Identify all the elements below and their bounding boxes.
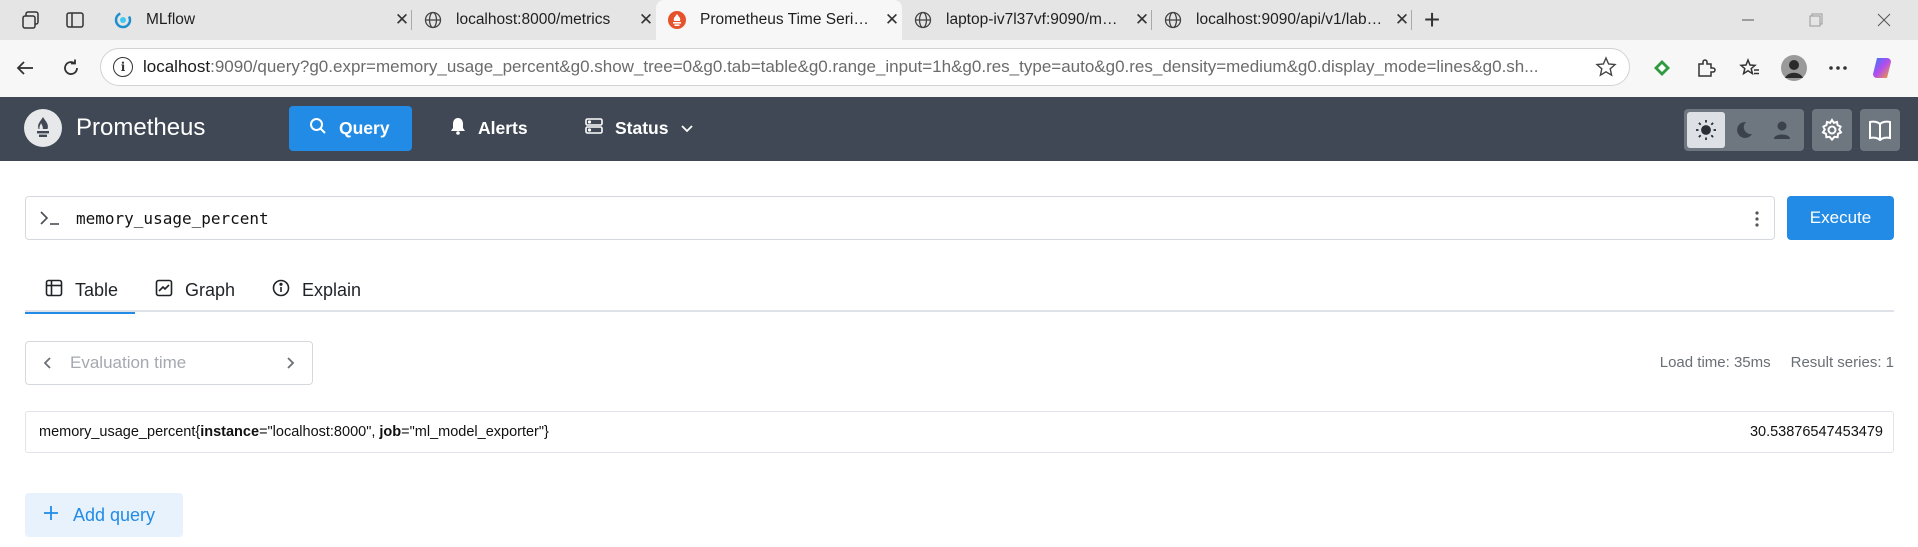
chevron-down-icon [680,118,694,139]
url-host: localhost [143,57,211,76]
tab-title: Prometheus Time Series Collection [700,11,874,28]
tab-graph-label: Graph [185,279,236,300]
bell-icon [450,117,466,140]
favorites-icon[interactable] [1728,50,1772,86]
label-value: "localhost:8000" [267,424,372,440]
close-tab-icon[interactable]: ✕ [882,10,902,30]
tab-separator [1411,10,1412,30]
nav-status-button[interactable]: Status [565,106,714,151]
documentation-book-icon[interactable] [1860,109,1900,151]
copilot-icon[interactable] [1860,50,1904,86]
close-tab-icon[interactable]: ✕ [1392,10,1412,30]
evaluation-time-placeholder: Evaluation time [70,353,187,372]
browser-toolbar: i localhost:9090/query?g0.expr=memory_us… [0,40,1918,97]
evaluation-time-input[interactable]: Evaluation time [25,341,313,385]
table-row: memory_usage_percent{instance="localhost… [25,411,1894,453]
dark-theme-icon[interactable] [1725,112,1763,148]
workspaces-icon[interactable] [20,9,42,31]
tab-actions-icon[interactable] [64,9,86,31]
close-window-icon[interactable] [1850,0,1918,40]
light-theme-icon[interactable] [1687,112,1725,148]
prometheus-logo-icon[interactable] [24,109,62,147]
tab-title: localhost:8000/metrics [456,11,611,28]
close-tab-icon[interactable]: ✕ [636,10,656,30]
tab-title: MLflow [146,11,196,28]
panel-tabs: Table Graph Explain [25,268,1894,314]
auto-theme-icon[interactable] [1763,112,1801,148]
browser-tab-prometheus[interactable]: Prometheus Time Series Collection ✕ [656,0,902,40]
label-key: job [379,424,402,440]
browser-tab-label-api[interactable]: localhost:9090/api/v1/label/__name ✕ [1152,0,1412,40]
browser-tab-strip: MLflow ✕ localhost:8000/metrics ✕ Promet… [0,0,1918,40]
chevron-right-icon[interactable] [268,356,312,370]
tab-table[interactable]: Table [25,268,135,314]
theme-switcher [1684,109,1804,151]
url-path: :9090/query?g0.expr=memory_usage_percent… [210,57,1539,76]
expression-text[interactable]: memory_usage_percent [76,209,269,228]
favorite-star-icon[interactable] [1595,56,1617,78]
header-actions [1684,109,1900,151]
restore-icon[interactable] [1782,0,1850,40]
close-tab-icon[interactable]: ✕ [1132,10,1152,30]
browser-tab-laptop-metrics[interactable]: laptop-iv7l37vf:9090/metrics ✕ [902,0,1152,40]
query-stats: Load time: 35ms Result series: 1 [1660,354,1894,371]
tab-explain[interactable]: Explain [252,268,381,312]
search-icon [309,117,327,140]
expression-menu-icon[interactable] [1754,209,1760,229]
mlflow-icon [112,9,134,31]
nav-query-button[interactable]: Query [289,106,412,151]
terminal-prompt-icon [26,210,74,226]
browser-tab-mlflow[interactable]: MLflow ✕ [100,0,412,40]
profile-avatar[interactable] [1772,50,1816,86]
nav-query-label: Query [339,118,390,138]
url-text: localhost:9090/query?g0.expr=memory_usag… [143,57,1593,77]
label-value: "ml_model_exporter" [409,424,545,440]
plus-icon [43,505,59,526]
sample-value: 30.53876547453479 [1749,424,1883,440]
globe-icon [912,9,934,31]
nav-alerts-label: Alerts [478,118,528,138]
extension-green-icon[interactable] [1640,50,1684,86]
more-options-icon[interactable] [1816,50,1860,86]
tab-explain-label: Explain [302,279,362,300]
extension-toolbar [1640,50,1904,86]
series-labels: memory_usage_percent{instance="localhost… [39,424,549,440]
back-icon[interactable] [8,51,42,85]
globe-icon [422,9,444,31]
execute-button[interactable]: Execute [1787,196,1894,240]
site-info-icon[interactable]: i [113,57,133,77]
tab-strip-actions [0,0,100,40]
minimize-icon[interactable] [1714,0,1782,40]
load-time: Load time: 35ms [1659,354,1771,371]
globe-icon [1162,9,1184,31]
graph-icon [155,279,173,302]
add-query-button[interactable]: Add query [25,493,183,537]
table-icon [45,279,63,302]
add-query-label: Add query [73,504,156,525]
tab-title: laptop-iv7l37vf:9090/metrics [946,11,1124,28]
settings-gear-icon[interactable] [1812,109,1852,151]
app-name[interactable]: Prometheus [76,114,205,142]
server-icon [585,118,603,139]
chevron-left-icon[interactable] [26,356,70,370]
prometheus-icon [666,9,688,31]
result-series-count: Result series: 1 [1790,354,1894,371]
metric-name: memory_usage_percent [39,424,196,440]
tab-table-label: Table [75,279,119,300]
address-bar[interactable]: i localhost:9090/query?g0.expr=memory_us… [100,48,1630,86]
browser-tab-localhost-8000[interactable]: localhost:8000/metrics ✕ [412,0,656,40]
prometheus-header: Prometheus Query Alerts Status [0,97,1918,161]
reload-icon[interactable] [54,51,88,85]
close-tab-icon[interactable]: ✕ [392,10,412,30]
tab-title: localhost:9090/api/v1/label/__name [1196,11,1384,28]
expression-input[interactable]: memory_usage_percent [25,196,1775,240]
label-key: instance [200,424,260,440]
extensions-puzzle-icon[interactable] [1684,50,1728,86]
info-circle-icon [272,279,290,302]
new-tab-button[interactable]: + [1412,0,1452,40]
tab-graph[interactable]: Graph [135,268,255,312]
window-controls [1714,0,1918,40]
nav-status-label: Status [615,118,669,138]
nav-alerts-button[interactable]: Alerts [430,106,548,151]
